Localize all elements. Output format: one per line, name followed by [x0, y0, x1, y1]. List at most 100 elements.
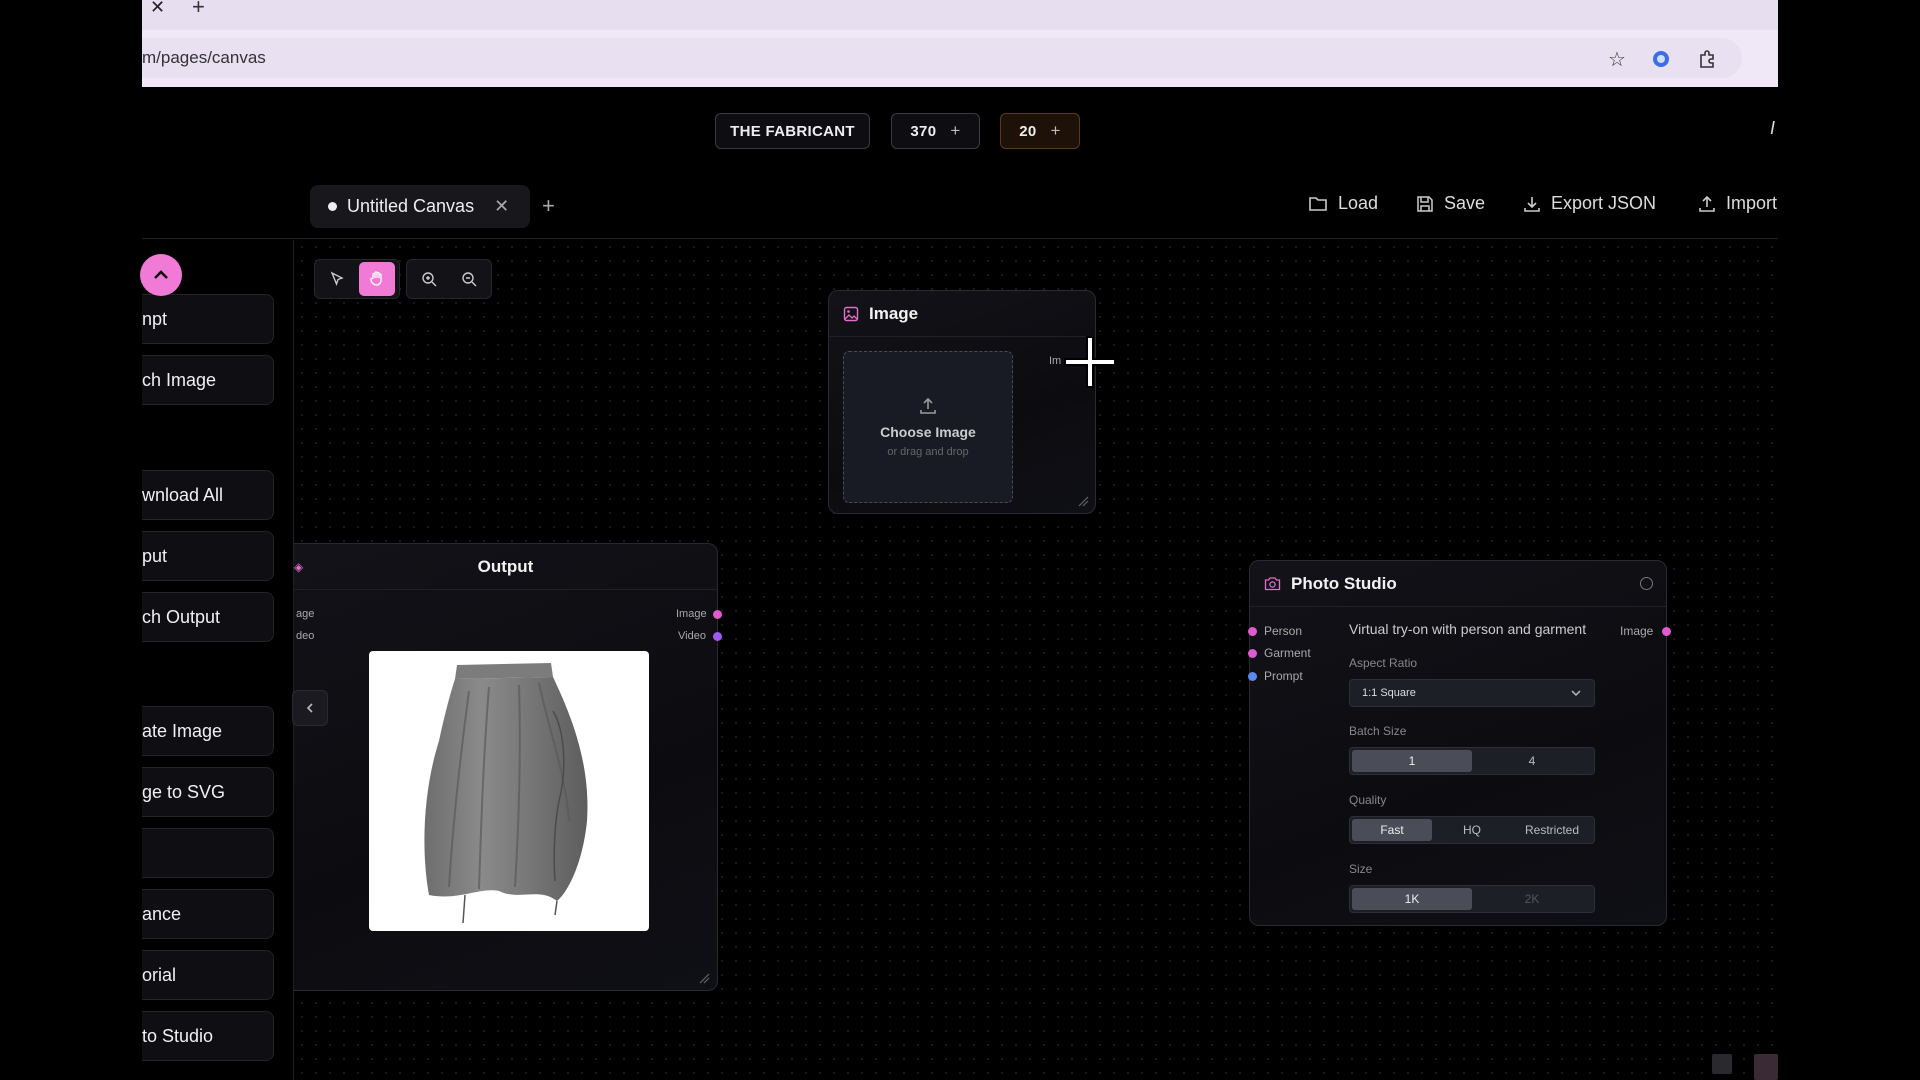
- add-credits-icon[interactable]: +: [950, 121, 960, 141]
- batch-size-toggle: 1 4: [1349, 747, 1595, 775]
- size-option-2k[interactable]: 2K: [1472, 888, 1592, 910]
- select-tool-button[interactable]: [319, 262, 355, 296]
- cursor-arrow-icon: [330, 271, 344, 287]
- image-output-port[interactable]: [1662, 627, 1671, 636]
- brand-badge[interactable]: THE FABRICANT: [715, 113, 870, 149]
- photo-studio-header[interactable]: Photo Studio: [1250, 561, 1666, 607]
- image-dropzone[interactable]: Choose Image or drag and drop: [843, 351, 1013, 503]
- camera-icon: [1264, 577, 1281, 591]
- image-node-title: Image: [869, 303, 919, 323]
- sidebar-item-enhance[interactable]: ance: [142, 889, 274, 939]
- sidebar-item-label: ch Output: [142, 606, 221, 627]
- save-button[interactable]: Save: [1416, 193, 1485, 214]
- garment-input-port[interactable]: [1248, 649, 1257, 658]
- sidebar-item-editorial[interactable]: orial: [142, 950, 274, 1000]
- sidebar-item-image-to-svg[interactable]: ge to SVG: [142, 767, 274, 817]
- address-bar[interactable]: m/pages/canvas: [142, 38, 1742, 78]
- aspect-ratio-select[interactable]: 1:1 Square: [1349, 679, 1595, 707]
- resize-handle-icon[interactable]: [698, 972, 710, 984]
- sidebar-item-prompt[interactable]: npt: [142, 294, 274, 344]
- batch-size-label: Batch Size: [1349, 724, 1407, 738]
- photo-studio-node[interactable]: Photo Studio Person Garment Prompt Image…: [1248, 560, 1671, 926]
- browser-toolbar: m/pages/canvas ☆: [142, 30, 1778, 87]
- canvas-tab-active[interactable]: Untitled Canvas ✕: [310, 185, 530, 228]
- zoom-out-icon: [461, 271, 476, 286]
- move-cursor-icon: [1064, 336, 1116, 388]
- canvas-tab-bar: Untitled Canvas ✕ + Load Save Export JSO…: [142, 185, 1778, 239]
- zoom-in-button[interactable]: [411, 262, 447, 296]
- add-secondary-credits-icon[interactable]: +: [1051, 121, 1061, 141]
- sidebar-item-label: wnload All: [142, 484, 224, 505]
- extensions-puzzle-icon[interactable]: [1694, 46, 1720, 72]
- aspect-ratio-value: 1:1 Square: [1362, 687, 1416, 699]
- user-menu-edge[interactable]: I: [1770, 118, 1778, 138]
- size-option-1k[interactable]: 1K: [1352, 888, 1472, 910]
- aspect-ratio-label: Aspect Ratio: [1349, 656, 1418, 670]
- new-tab-icon[interactable]: +: [192, 0, 205, 18]
- output-image-port[interactable]: [713, 610, 722, 619]
- export-json-button[interactable]: Export JSON: [1523, 193, 1656, 214]
- input-video-port-label: deo: [296, 630, 315, 642]
- quality-option-restricted[interactable]: Restricted: [1512, 819, 1592, 841]
- minimap[interactable]: [1712, 1052, 1778, 1080]
- sidebar-item-label: npt: [142, 308, 168, 329]
- unsaved-dot-icon: [328, 202, 337, 211]
- zoom-out-button[interactable]: [451, 262, 487, 296]
- sidebar-item-batch-image[interactable]: ch Image: [142, 355, 274, 405]
- output-node-title: Output: [477, 556, 534, 576]
- output-node[interactable]: Output ◈ age deo Image Video: [292, 543, 722, 991]
- sidebar-item-label: put: [142, 545, 168, 566]
- person-port-label: Person: [1264, 624, 1303, 638]
- credits-badge[interactable]: 370 +: [891, 113, 980, 149]
- hand-icon: [370, 271, 382, 286]
- batch-option-4[interactable]: 4: [1472, 750, 1592, 772]
- input-image-port-label: age: [296, 608, 315, 620]
- sidebar-item-label: ance: [142, 903, 182, 924]
- load-label: Load: [1338, 193, 1379, 213]
- resize-handle-icon[interactable]: [1077, 495, 1089, 507]
- node-status-icon[interactable]: [1640, 577, 1653, 590]
- image-node-header[interactable]: Image: [829, 291, 1095, 337]
- prompt-input-port[interactable]: [1248, 672, 1257, 681]
- extension-profile-icon[interactable]: [1648, 46, 1674, 72]
- person-input-port[interactable]: [1248, 627, 1257, 636]
- sidebar-item-generate-image[interactable]: ate Image: [142, 706, 274, 756]
- load-button[interactable]: Load: [1308, 193, 1378, 214]
- app-window: ✕ + m/pages/canvas ☆ THE FABRICANT 370 +…: [0, 0, 1920, 1080]
- star-icon[interactable]: ☆: [1604, 46, 1630, 72]
- secondary-credits-badge[interactable]: 20 +: [1000, 113, 1080, 149]
- batch-option-1[interactable]: 1: [1352, 750, 1472, 772]
- sidebar-item-label: ge to SVG: [142, 781, 226, 802]
- drag-drop-hint: or drag and drop: [887, 446, 969, 458]
- sidebar-item-download-all[interactable]: wnload All: [142, 470, 274, 520]
- output-node-header[interactable]: Output: [294, 544, 717, 590]
- collapse-sidebar-button[interactable]: [140, 254, 182, 296]
- pan-tool-button[interactable]: [359, 262, 395, 296]
- sidebar-item-photo-studio[interactable]: to Studio: [142, 1011, 274, 1061]
- upload-icon: [920, 397, 936, 414]
- add-canvas-tab-button[interactable]: +: [542, 193, 555, 219]
- import-button[interactable]: Import: [1698, 193, 1778, 214]
- close-canvas-tab-icon[interactable]: ✕: [494, 196, 509, 217]
- quality-option-hq[interactable]: HQ: [1432, 819, 1512, 841]
- image-input-node[interactable]: Image Choose Image or drag and drop Im: [828, 290, 1096, 514]
- sidebar-item-output[interactable]: put: [142, 531, 274, 581]
- sidebar-item-label: orial: [142, 964, 177, 985]
- image-output-port-label: Im: [1049, 355, 1062, 367]
- import-label: Import: [1726, 193, 1778, 213]
- sidebar-item-label: to Studio: [142, 1025, 214, 1046]
- close-tab-icon[interactable]: ✕: [150, 0, 165, 16]
- output-video-port[interactable]: [713, 632, 722, 641]
- image-icon: [843, 306, 859, 321]
- image-output-label: Image: [1620, 624, 1654, 638]
- quality-option-fast[interactable]: Fast: [1352, 819, 1432, 841]
- previous-output-button[interactable]: [292, 690, 328, 726]
- output-preview-image[interactable]: [369, 651, 649, 931]
- upload-icon: [1699, 195, 1715, 212]
- sidebar-item-label: ate Image: [142, 720, 223, 741]
- sidebar-item-blank[interactable]: [142, 828, 274, 878]
- sidebar-item-batch-output[interactable]: ch Output: [142, 592, 274, 642]
- output-video-port-label: Video: [678, 630, 706, 642]
- chevron-down-icon: [1571, 690, 1581, 697]
- zoom-in-icon: [421, 271, 436, 286]
